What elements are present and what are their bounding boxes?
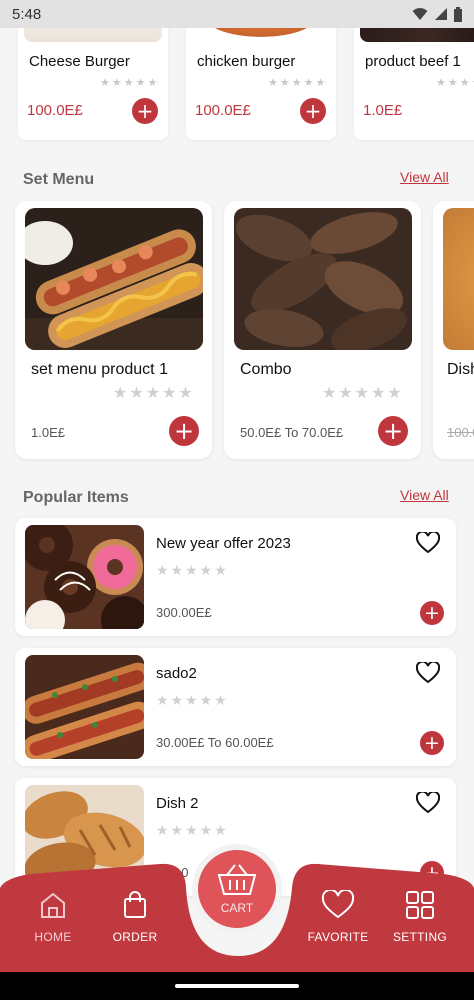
product-price: 100.0E£ [27,102,83,119]
product-price: 1.0E£ [31,425,65,440]
product-image [25,525,144,629]
system-navigation-bar [0,972,474,1000]
basket-icon [217,864,257,895]
top-products-row[interactable]: Cheese Burger ★★★★★ 100.0E£ + chicken bu… [18,28,474,140]
product-card[interactable]: product beef 1 ★★★★★ 1.0E£ [354,28,474,140]
product-image [192,28,330,42]
heart-icon[interactable] [416,532,440,554]
product-image [24,28,162,42]
wifi-icon [412,8,428,20]
add-to-cart-button[interactable]: + [169,416,199,446]
heart-icon[interactable] [416,662,440,684]
product-name: New year offer 2023 [156,535,291,552]
product-name: set menu product 1 [31,361,168,378]
home-gesture-pill[interactable] [175,984,299,988]
add-to-cart-button[interactable]: + [300,98,326,124]
cart-label: CART [220,901,254,915]
product-name: sado2 [156,665,197,682]
product-price: 100.0E£ [195,102,251,119]
set-menu-row[interactable]: set menu product 1 ★★★★★ 1.0E£ + Combo ★… [15,201,474,459]
product-image [234,208,412,350]
product-name: Combo [240,361,292,378]
add-to-cart-button[interactable]: + [420,601,444,625]
product-name: product beef 1 [365,53,461,70]
product-price: 50.0E£ To 70.0E£ [240,425,344,440]
product-card[interactable]: chicken burger ★★★★★ 100.0E£ + [186,28,336,140]
main-content[interactable]: Cheese Burger ★★★★★ 100.0E£ + chicken bu… [0,28,474,972]
nav-favorite[interactable]: FAVORITE [293,890,383,944]
product-price: 1.0E£ [363,102,403,119]
product-image [25,208,203,350]
nav-order[interactable]: ORDER [90,890,180,944]
add-to-cart-button[interactable]: + [420,731,444,755]
set-menu-title: Set Menu [23,171,95,188]
rating-stars: ★★★★★ [156,692,229,708]
signal-icon [435,8,447,20]
set-menu-card[interactable]: Dish 100.0 [433,201,474,459]
set-menu-card[interactable]: Combo ★★★★★ 50.0E£ To 70.0E£ + [224,201,421,459]
nav-setting[interactable]: SETTING [375,890,465,944]
product-image [25,655,144,759]
add-to-cart-button[interactable]: + [378,416,408,446]
home-icon [41,892,65,918]
rating-stars: ★★★★★ [156,822,229,838]
cart-button[interactable]: CART [192,844,282,934]
rating-stars: ★★★★★ [100,77,160,89]
heart-icon[interactable] [416,792,440,814]
nav-favorite-label: FAVORITE [307,930,369,944]
product-name: Dish 2 [156,795,199,812]
product-price: 100.0 [447,425,474,440]
product-price: 300.00E£ [156,605,212,620]
product-card[interactable]: Cheese Burger ★★★★★ 100.0E£ + [18,28,168,140]
nav-home[interactable]: HOME [8,890,98,944]
popular-item-card[interactable]: New year offer 2023 ★★★★★ 300.00E£ + [15,518,456,636]
nav-order-label: ORDER [112,930,158,944]
product-name: Dish [447,361,474,378]
heart-icon [321,890,355,919]
product-price: 30.00E£ To 60.00E£ [156,735,274,750]
nav-home-label: HOME [34,930,72,944]
set-menu-card[interactable]: set menu product 1 ★★★★★ 1.0E£ + [15,201,212,459]
grid-icon [406,891,434,919]
nav-setting-label: SETTING [392,930,448,944]
status-bar: 5:48 [0,0,474,28]
rating-stars: ★★★★★ [156,562,229,578]
product-name: chicken burger [197,53,296,70]
bottom-navigation: HOME ORDER CART FAVORITE SETTING [0,844,474,972]
popular-items-title: Popular Items [23,489,129,506]
rating-stars: ★★★★★ [436,77,474,89]
product-image [360,28,474,42]
battery-icon [454,6,462,22]
add-to-cart-button[interactable]: + [132,98,158,124]
status-time: 5:48 [12,5,42,23]
product-image [443,208,474,350]
bag-icon [124,891,146,918]
set-menu-view-all-link[interactable]: View All [400,169,449,185]
popular-item-card[interactable]: sado2 ★★★★★ 30.00E£ To 60.00E£ + [15,648,456,766]
product-name: Cheese Burger [29,53,130,70]
status-icons [412,6,462,22]
popular-view-all-link[interactable]: View All [400,487,449,503]
rating-stars: ★★★★★ [113,385,195,402]
rating-stars: ★★★★★ [268,77,328,89]
rating-stars: ★★★★★ [322,385,404,402]
